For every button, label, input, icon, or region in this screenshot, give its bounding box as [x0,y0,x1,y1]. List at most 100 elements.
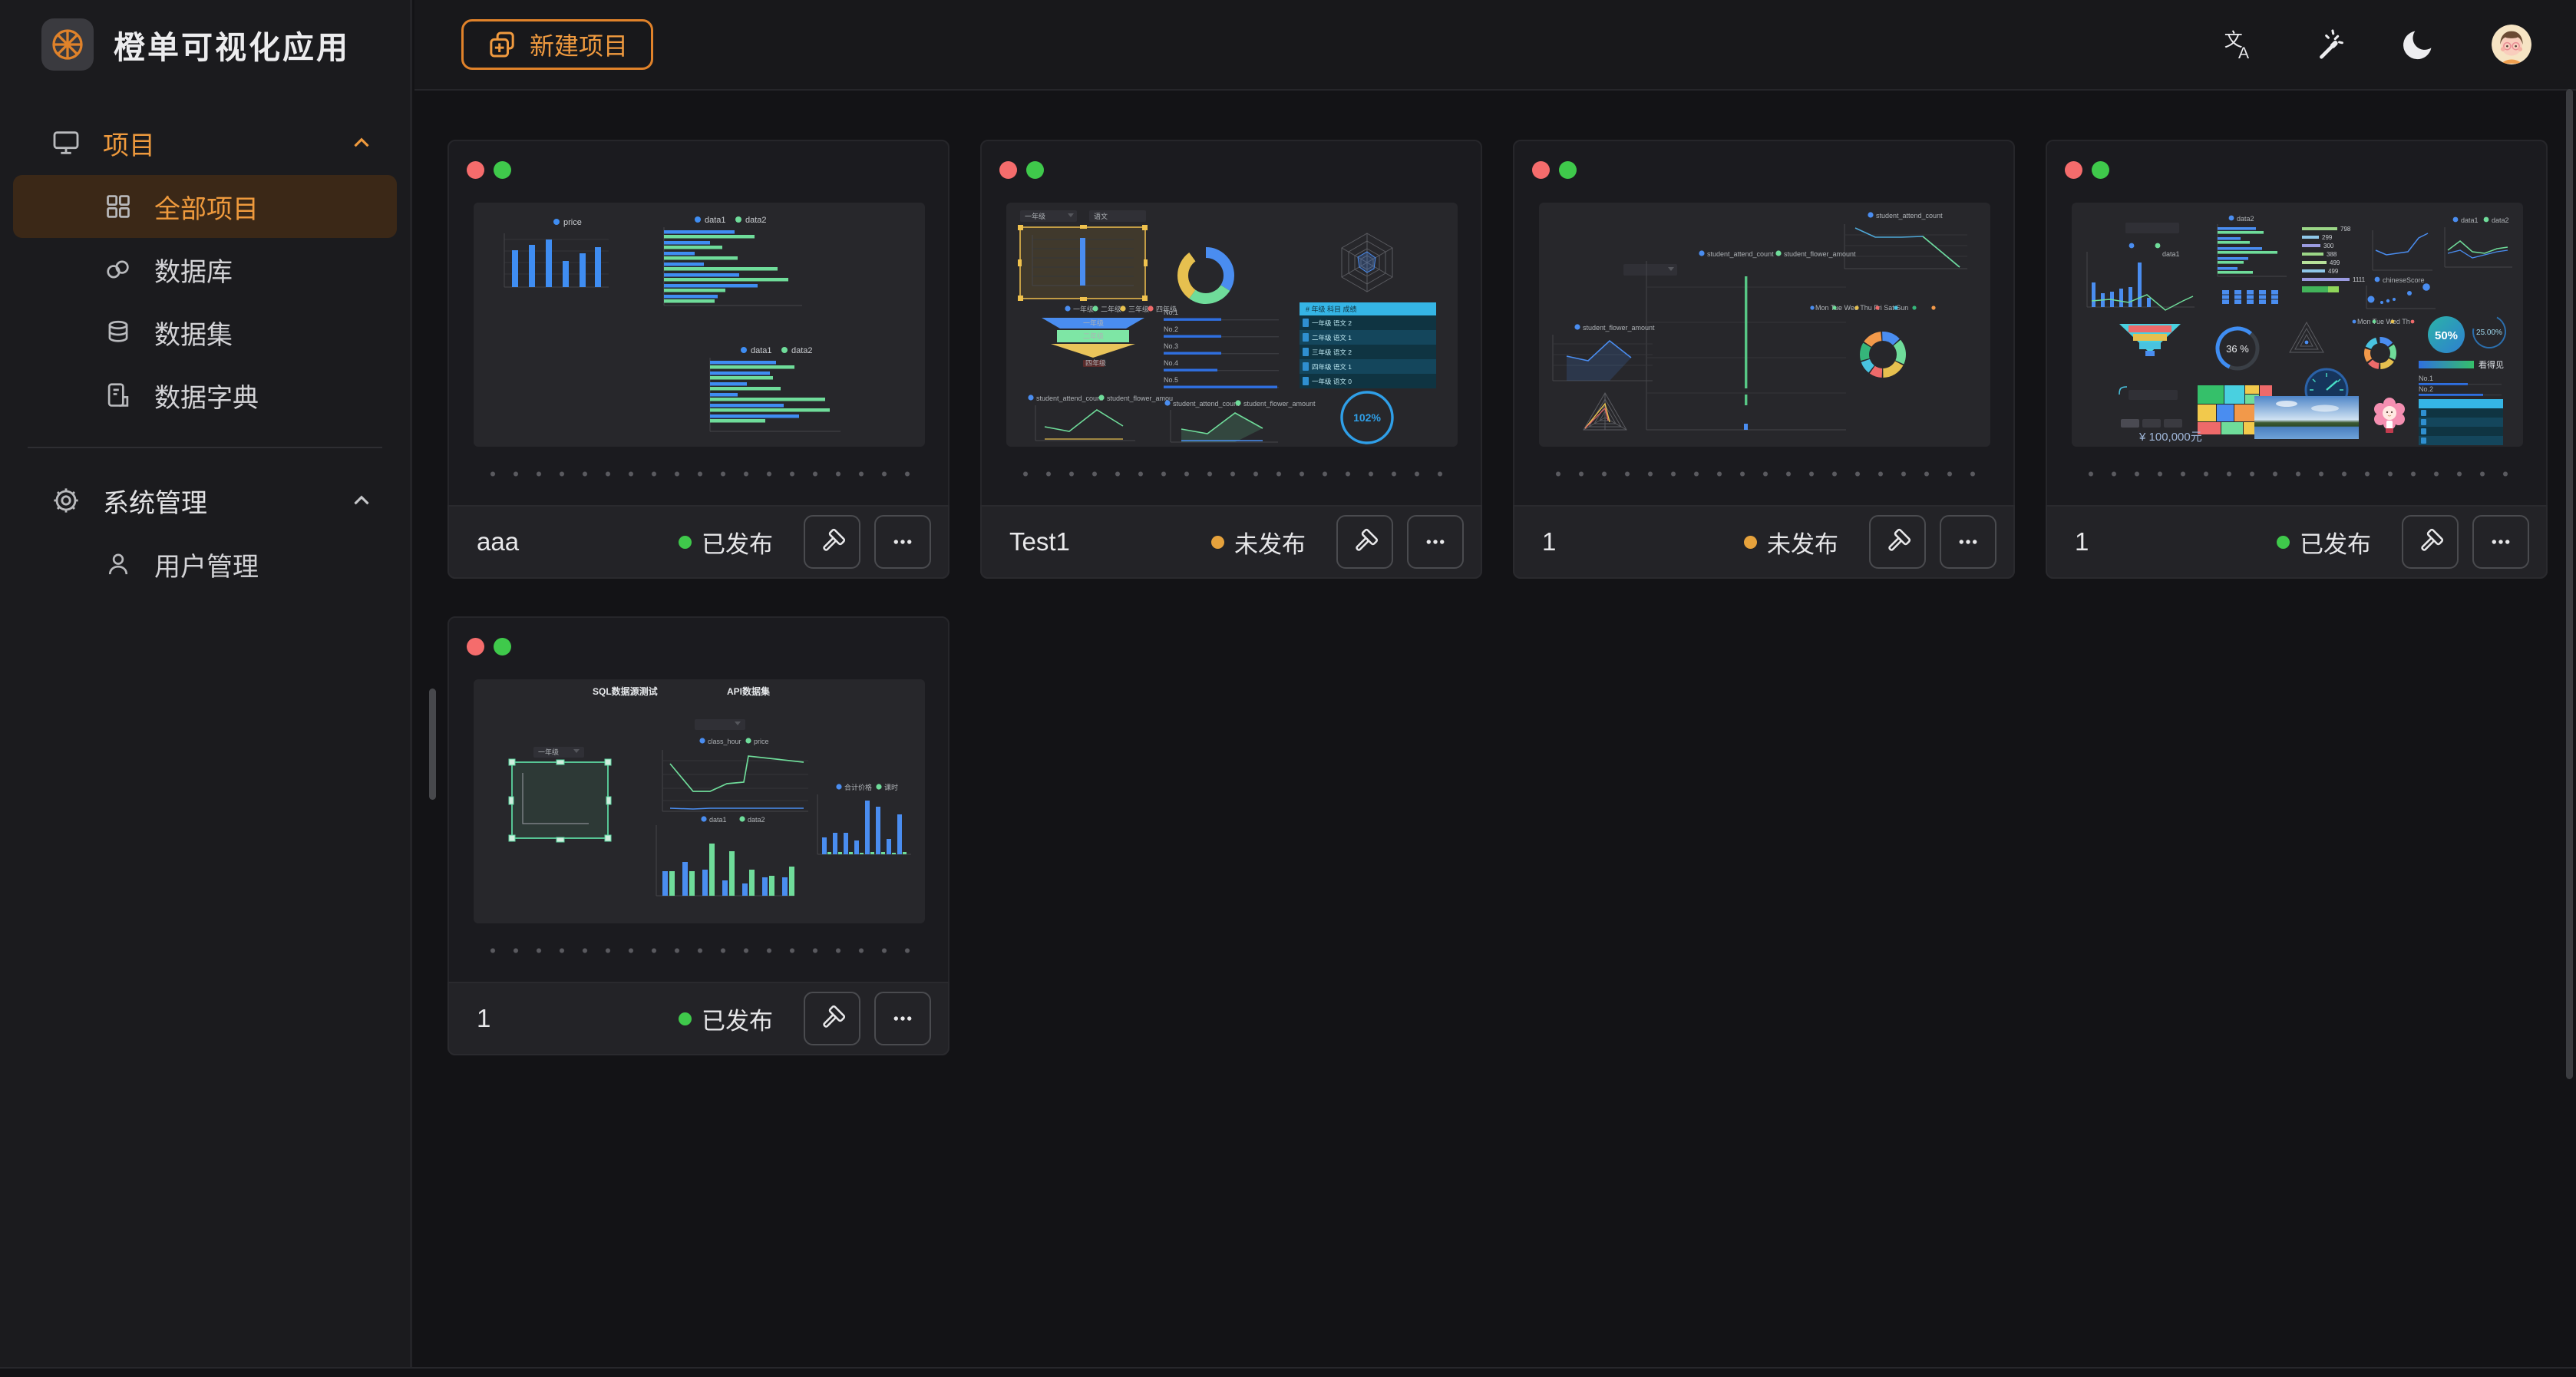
legend-flower: student_flower_amount [1243,400,1316,408]
project-name: 1 [477,1004,679,1033]
card-dot-green [2092,161,2109,179]
sidebar-item-label: 数据字典 [154,377,259,414]
table-row: 二年级 语文 1 [1312,334,1352,342]
legend-flower: student_flower_amount [1784,250,1856,258]
legend-chinese-score: chineseScore [2383,276,2425,284]
database-icon [104,318,133,347]
ellipsis-icon [888,1004,917,1033]
card-dot-green [1026,161,1044,179]
project-name: 1 [2075,527,2277,556]
edit-hammer-button[interactable] [804,515,860,569]
legend-data2: data2 [745,216,767,225]
magic-wand-icon[interactable] [2310,27,2346,62]
thumbnail-dashboard-preview: student_attend_count student_attend_coun… [1539,203,1990,447]
svg-text:No.5: No.5 [1164,376,1178,384]
sidebar-divider [28,447,382,448]
more-actions-button[interactable] [1940,515,1996,569]
project-thumbnail: SQL数据源测试 API数据集 一年级 class_hour price d [474,679,925,923]
card-dot-red [467,161,484,179]
dropdown-value: 一年级 [1025,212,1045,220]
edit-hammer-button[interactable] [804,992,860,1045]
status-label: 已发布 [702,525,773,560]
chevron-up-icon[interactable] [348,130,375,156]
project-card[interactable]: 一年级 语文 一年级 二年级 三年级 四年级 一年级 二年级 四年级 [980,140,1482,579]
more-actions-button[interactable] [2472,515,2529,569]
thumbnail-dots-row [1547,471,1986,477]
legend-attend: student_attend_count [1707,250,1774,258]
status-label: 已发布 [2300,525,2371,560]
status-badge: 已发布 [679,1002,773,1036]
svg-text:798: 798 [2340,226,2351,233]
money-label: ¥ 100,000元 [2138,431,2202,444]
sidebar-section-label: 项目 [103,124,348,162]
user-avatar[interactable] [2492,25,2531,64]
panel-title-api: API数据集 [727,685,771,697]
svg-text:No.2: No.2 [2419,385,2433,393]
edit-hammer-button[interactable] [1336,515,1393,569]
legend-days: Mon Tue Wed Th [2357,318,2410,325]
hammer-icon [817,527,847,556]
new-project-label: 新建项目 [530,27,628,62]
thumbnail-dots-row [2079,471,2518,477]
gear-icon [51,485,81,516]
sidebar-item-dictionary[interactable]: 数据字典 [13,364,397,427]
sidebar-section-projects[interactable]: 项目 [0,111,410,175]
card-dot-red [999,161,1017,179]
table-row: 一年级 语文 2 [1312,319,1352,327]
dark-mode-moon-icon[interactable] [2401,27,2436,62]
table-header: # 年级 科目 成绩 [1306,305,1357,313]
sidebar-menu: 项目 全部项目 数据库 数据集 [0,111,410,596]
sidebar: 橙单可视化应用 项目 全部项目 数据库 [0,0,412,1377]
edit-hammer-button[interactable] [1869,515,1926,569]
more-actions-button[interactable] [1407,515,1464,569]
thumbnail-dashboard-preview: SQL数据源测试 API数据集 一年级 class_hour price d [474,679,925,923]
gauge-36: 36 % [2226,343,2249,355]
status-badge: 未发布 [1211,525,1306,560]
sidebar-item-database[interactable]: 数据库 [13,238,397,301]
card-dot-green [494,638,511,655]
legend-data1: data1 [2162,250,2180,258]
ellipsis-icon [2486,527,2515,556]
panel-title-sql: SQL数据源测试 [593,685,658,697]
project-card[interactable]: student_attend_count student_attend_coun… [1513,140,2015,579]
translate-icon[interactable]: 文 A [2220,27,2255,62]
new-project-button[interactable]: 新建项目 [461,19,653,70]
status-dot [1211,536,1224,549]
sidebar-scrollbar-thumb[interactable] [429,688,436,800]
svg-text:499: 499 [2330,259,2340,266]
hammer-icon [817,1004,847,1033]
svg-text:No.2: No.2 [1164,325,1178,333]
pct-25: 25.00% [2476,329,2502,337]
link-icon [104,255,133,284]
status-badge: 未发布 [1744,525,1838,560]
project-card[interactable]: SQL数据源测试 API数据集 一年级 class_hour price d [447,616,949,1055]
project-name: aaa [477,527,679,556]
pct-50: 50% [2435,329,2458,342]
content-scrollbar-thumb[interactable] [2566,89,2573,1079]
sidebar-item-dataset[interactable]: 数据集 [13,301,397,364]
legend-data2: data2 [2492,216,2509,224]
app-logo-row: 橙单可视化应用 [0,0,410,71]
chevron-up-icon[interactable] [348,487,375,513]
sidebar-item-users[interactable]: 用户管理 [13,533,397,596]
project-card[interactable]: price data1 data2 data1 [447,140,949,579]
project-card-footer: 1 已发布 [447,982,949,1055]
status-label: 已发布 [702,1002,773,1036]
status-label: 未发布 [1234,525,1306,560]
svg-text:No.3: No.3 [1164,342,1178,350]
dictionary-icon [104,381,133,410]
legend-data1: data1 [709,816,727,824]
project-card[interactable]: data1 data2 798 299 300 388 499 [2046,140,2548,579]
legend-grade2: 二年级 [1101,305,1121,313]
status-dot [1744,536,1757,549]
svg-text:300: 300 [2323,243,2334,249]
sidebar-item-all-projects[interactable]: 全部项目 [13,175,397,238]
legend-grade1: 一年级 [1073,305,1094,313]
more-actions-button[interactable] [874,515,931,569]
orange-wheel-icon [50,27,85,62]
sidebar-section-system[interactable]: 系统管理 [0,468,410,533]
table-row: 三年级 语文 2 [1312,348,1352,356]
sidebar-item-label: 全部项目 [154,188,259,226]
edit-hammer-button[interactable] [2402,515,2459,569]
more-actions-button[interactable] [874,992,931,1045]
